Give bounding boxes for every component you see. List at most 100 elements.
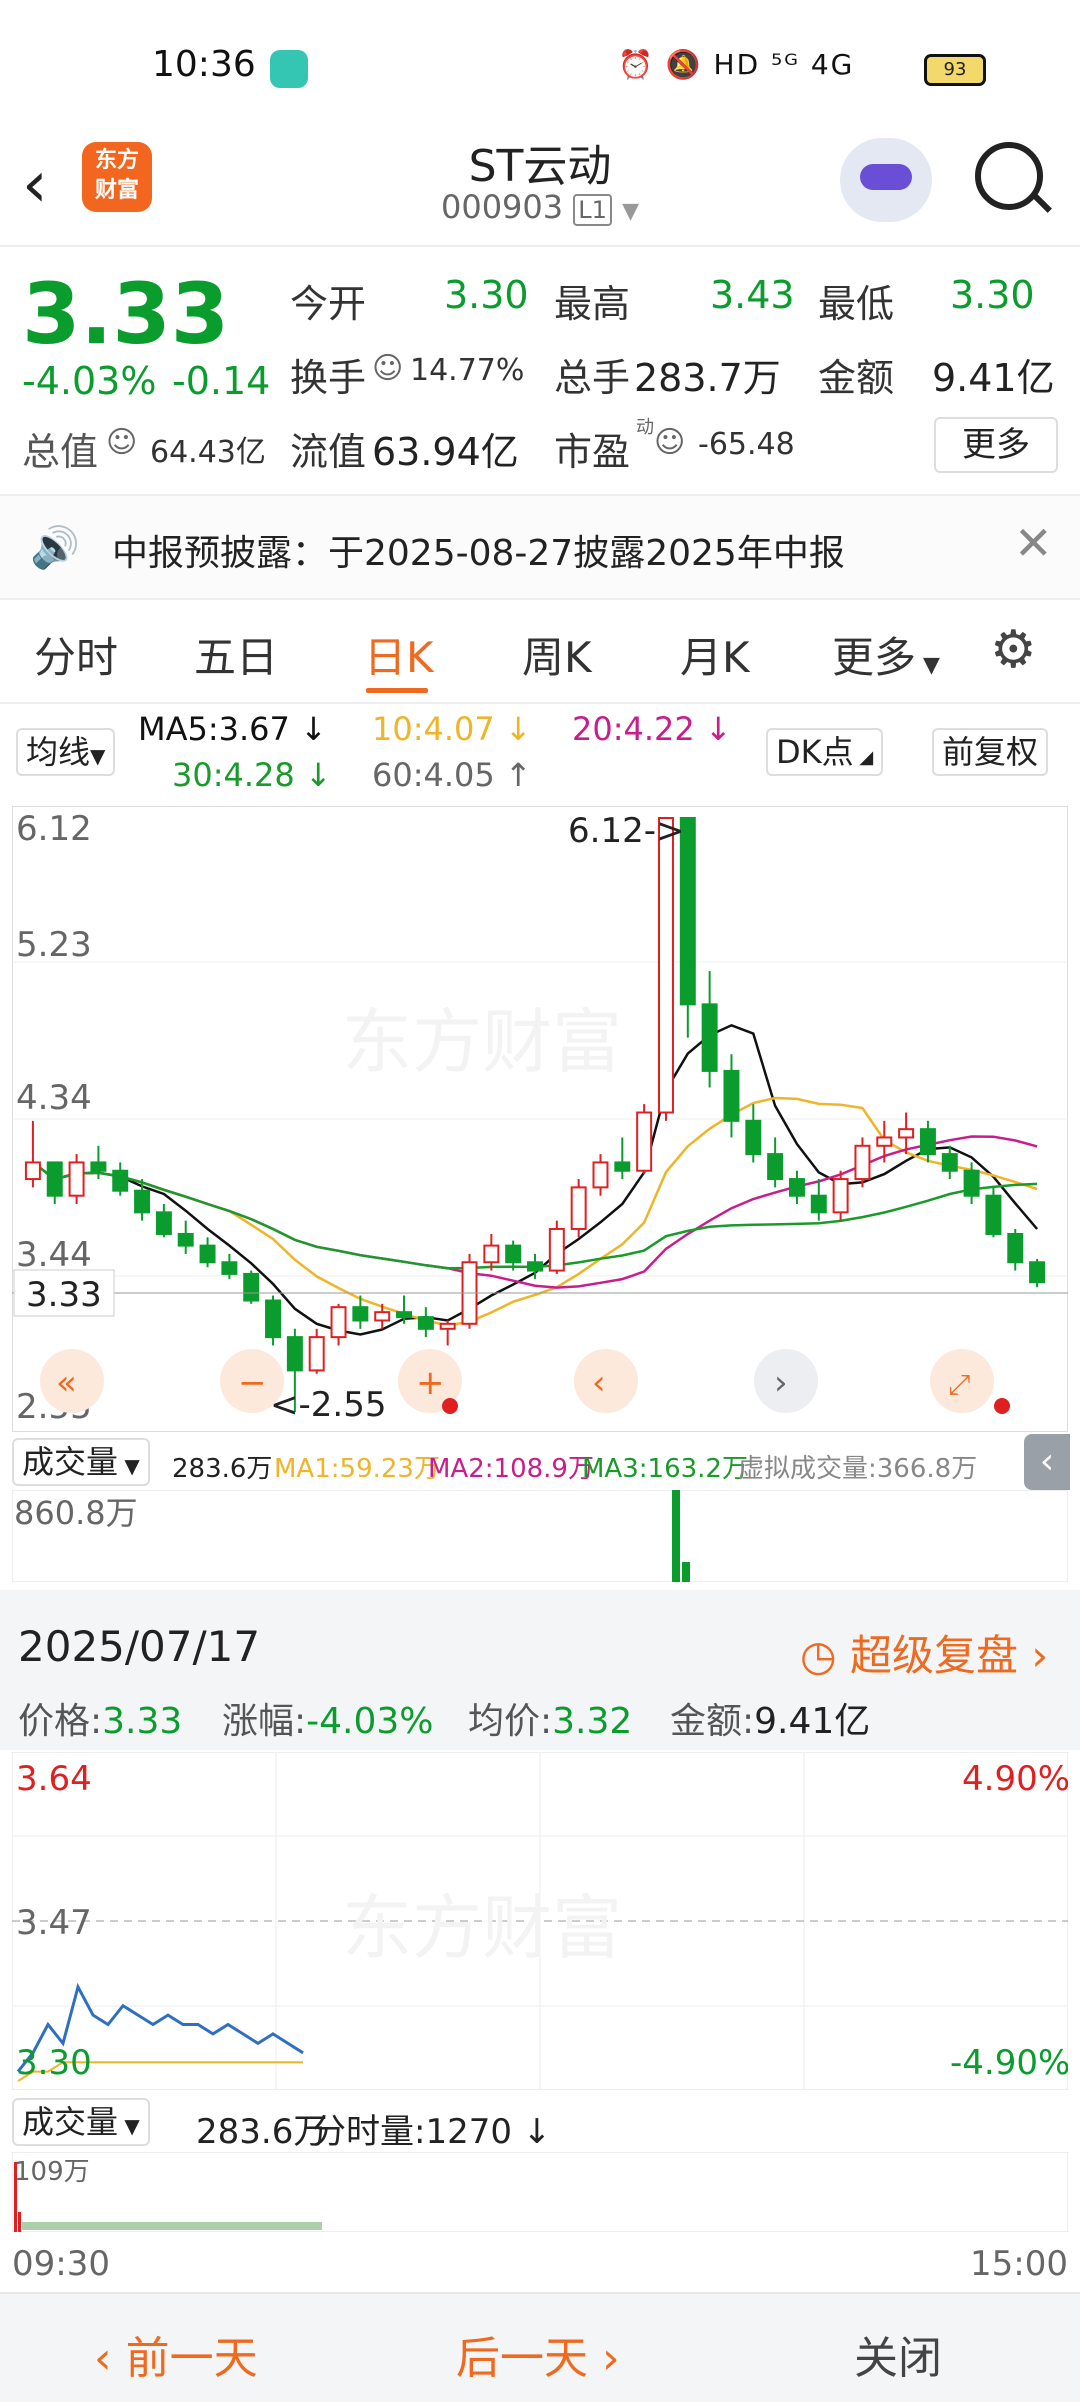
stock-header: ‹ 东方 财富 ST云动 000903 L1 ▼ [0,130,1080,247]
candle-body [330,1306,347,1339]
tab-daily-k[interactable]: 日K [364,624,434,685]
volume-bar [672,1490,680,1582]
speaker-icon: 🔊 [30,525,80,571]
info-icon[interactable]: ☺ [372,351,403,386]
active-tab-indicator [366,688,428,693]
chevron-down-icon: ▼ [916,653,940,678]
turnover-label: 换手 [290,356,367,400]
chevron-left-icon: ‹ [94,2333,126,2384]
candle-body [1007,1232,1024,1264]
candle-body [221,1261,238,1275]
intraday-volume-value: 283.6万 [196,2112,328,2152]
candle-body [570,1186,587,1230]
candle-body [592,1161,609,1189]
dk-point-label: DK点 [776,733,854,771]
tab-more-label: 更多 [832,633,917,682]
chevron-left-icon: ‹ [592,1363,606,1403]
candle-body [854,1144,871,1181]
tab-intraday[interactable]: 分时 [34,624,118,685]
super-replay-link[interactable]: ◷ 超级复盘 › [800,1622,1048,1683]
intraday-volume-selector-label: 成交量 [22,2103,119,2141]
ma20-value: 20:4.22 ↓ [572,710,732,748]
close-icon[interactable]: ✕ [1014,516,1053,570]
candlestick-chart[interactable]: 东方财富 6.12 5.23 4.34 3.44 2.55 3.33 6.12-… [12,806,1068,1432]
volume-legend: 成交量 ▼ 283.6万 MA1:59.23万 MA2:108.9万 MA3:1… [0,1434,1080,1490]
intraday-pct-top: 4.90% [962,1759,1068,1799]
detail-price-label: 价格: [18,1701,103,1742]
vol-ma2: MA2:108.9万 [428,1454,594,1484]
stock-code-text: 000903 [440,188,564,226]
volume-scale-max: 860.8万 [14,1494,138,1532]
close-button[interactable]: 关闭 [854,2322,942,2386]
more-button[interactable]: 更多 [934,417,1058,473]
change-amount: -0.14 [172,359,271,403]
prev-button [574,1349,638,1413]
candle-body [985,1194,1002,1235]
change-percent: -4.03% [22,359,157,403]
chevron-right-icon: › [774,1363,788,1403]
chevron-down-icon: ▼ [622,199,640,224]
detail-avg-label: 均价: [468,1701,553,1742]
tab-five-day[interactable]: 五日 [194,624,278,685]
low-value: 3.30 [950,273,1035,317]
collapse-panel-icon[interactable]: ‹ [1024,1434,1070,1490]
candle-body [439,1322,456,1330]
candle-body [701,1003,718,1072]
mktcap-label: 总值 [22,430,99,474]
candle-body [898,1128,915,1139]
tick-volume: 分时量:1270 ↓ [312,2112,552,2152]
candle-body [112,1169,129,1192]
info-icon[interactable]: ☺ [106,425,137,460]
detail-pct: 涨幅:-4.03% [222,1692,434,1744]
tab-monthly-k[interactable]: 月K [680,624,750,685]
intraday-chart[interactable]: 东方财富 3.64 3.47 3.30 4.90% -4.90% [12,1752,1068,2090]
tab-more[interactable]: 更多 ▼ [832,624,940,685]
candle-body [745,1119,762,1156]
next-day-button[interactable]: 后一天 › [456,2322,620,2386]
double-left-icon: « [56,1363,77,1403]
open-value: 3.30 [444,273,529,317]
red-dot [442,1398,458,1414]
assistant-robot-icon[interactable] [840,138,932,222]
high-label: 最高 [554,282,631,326]
info-icon[interactable]: ☺ [654,425,685,460]
gear-icon[interactable]: ⚙ [990,620,1037,680]
ma30-text: 30:4.28 [172,756,295,794]
detail-price-value: 3.33 [102,1701,183,1742]
intraday-pct-bottom: -4.90% [950,2043,1068,2083]
volume-selector[interactable]: 成交量 ▼ [12,1438,150,1486]
search-icon[interactable] [975,142,1043,210]
chart-tabs: 分时 五日 日K 周K 月K 更多 ▼ ⚙ [0,598,1080,704]
low-label: 最低 [818,282,895,326]
chevron-down-icon: ▼ [118,2114,140,2138]
dk-point-selector[interactable]: DK点 ◢ [766,728,884,776]
candle-body [90,1161,107,1172]
adjust-selector[interactable]: 前复权 [932,728,1049,776]
candle-body [614,1161,631,1172]
candle-body [941,1153,958,1172]
next-day-label: 后一天 [456,2333,588,2384]
tab-weekly-k[interactable]: 周K [522,624,592,685]
ma5-text: MA5:3.67 [138,710,290,748]
y-tick-2: 5.23 [16,925,92,965]
open-label: 今开 [290,282,367,326]
volume-bar [682,1562,690,1582]
clock-icon: ◷ [800,1631,850,1680]
ma30-value: 30:4.28 ↓ [172,756,332,794]
volume-chart: 860.8万 [12,1490,1068,1582]
intraday-volume-selector[interactable]: 成交量 ▼ [12,2098,150,2146]
tick-volume-text: 分时量:1270 [312,2112,512,2152]
candle-body [1029,1261,1046,1284]
ma-selector[interactable]: 均线▼ [16,728,116,776]
candle-body [963,1169,980,1197]
turnover-value: 14.77% [410,353,525,388]
prev-day-button[interactable]: ‹ 前一天 [94,2322,258,2386]
intraday-y-top: 3.64 [16,1759,92,1799]
candle-body [177,1232,194,1247]
detail-date: 2025/07/17 [18,1622,261,1671]
float-cap-label: 流值 [290,430,367,474]
volume-bar [14,2162,17,2232]
notice-banner[interactable]: 🔊 中报预披露：于2025-08-27披露2025年中报 ✕ [0,494,1080,600]
min-marker: <-2.55 [270,1385,386,1425]
intraday-y-mid: 3.47 [16,1903,92,1943]
